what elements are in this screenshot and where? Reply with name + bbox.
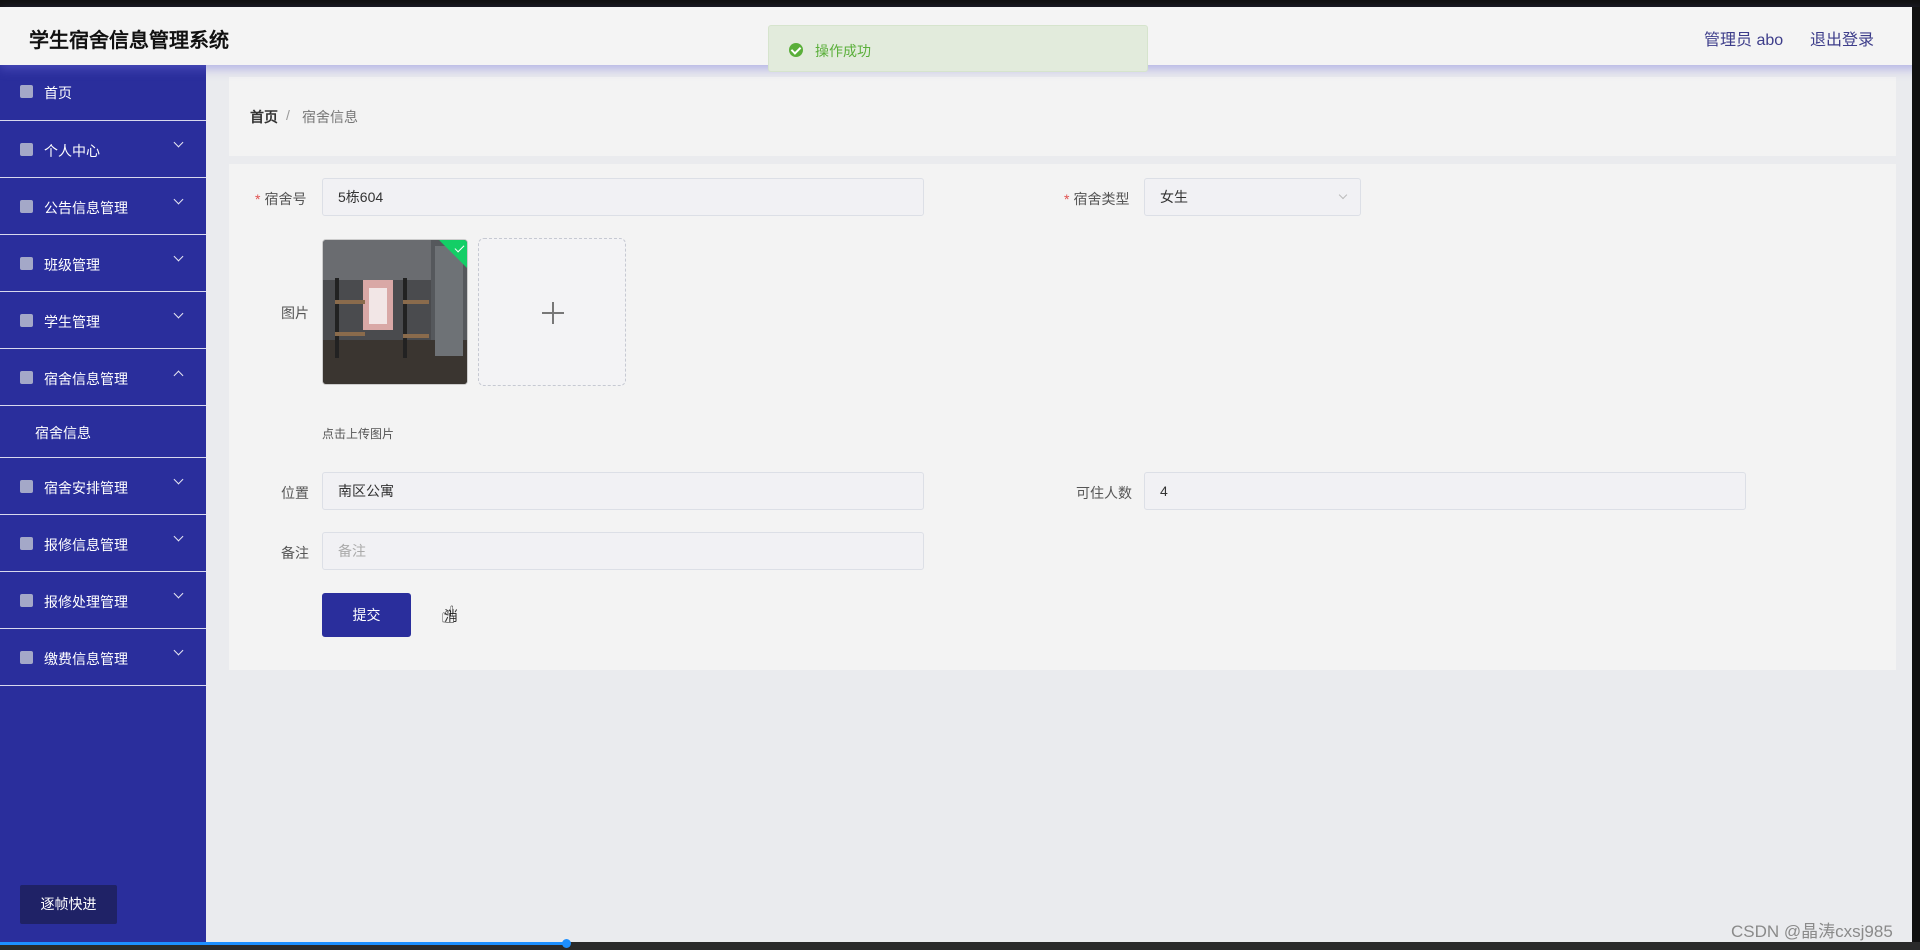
dorm-no-input[interactable]: 5栋604: [322, 178, 924, 216]
sidebar-item-label: 报修处理管理: [44, 594, 128, 610]
sidebar-item-label: 公告信息管理: [44, 200, 128, 216]
dorm-no-label: * 宿舍号: [255, 189, 306, 209]
sidebar-item-notice[interactable]: 公告信息管理: [0, 178, 206, 235]
chevron-up-icon: [173, 370, 184, 381]
sidebar: 首页 个人中心 公告信息管理 班级管理 学生管理 宿舍信息管理 宿舍信息 宿舍安…: [0, 65, 206, 942]
chevron-down-icon: [173, 474, 184, 485]
grid-icon: [20, 314, 33, 327]
clipboard-icon: [20, 480, 33, 493]
video-progress-bar[interactable]: [0, 939, 1920, 950]
capacity-label: 可住人数: [1076, 485, 1132, 501]
chevron-down-icon: [173, 531, 184, 542]
chevron-down-icon: [173, 308, 184, 319]
user-icon: [20, 143, 33, 156]
sidebar-item-label: 学生管理: [44, 314, 100, 330]
sidebar-item-dorm-info[interactable]: 宿舍信息管理: [0, 349, 206, 406]
dorm-type-label: * 宿舍类型: [1064, 189, 1129, 209]
sidebar-item-home[interactable]: 首页: [0, 65, 206, 121]
sidebar-item-label: 个人中心: [44, 143, 100, 159]
check-circle-icon: [789, 43, 803, 57]
id-card-icon: [20, 257, 33, 270]
capacity-input[interactable]: 4: [1144, 472, 1746, 510]
sidebar-item-student[interactable]: 学生管理: [0, 292, 206, 349]
top-edge: [0, 0, 1920, 7]
frame-forward-button[interactable]: 逐帧快进: [20, 885, 117, 924]
required-mark: *: [255, 191, 261, 207]
chevron-down-icon: [173, 645, 184, 656]
breadcrumb-home[interactable]: 首页: [250, 107, 278, 127]
dorm-type-value: 女生: [1160, 189, 1188, 205]
progress-knob[interactable]: [562, 939, 572, 948]
app-title: 学生宿舍信息管理系统: [29, 30, 229, 52]
chevron-down-icon: [173, 194, 184, 205]
sliders-icon: [20, 537, 33, 550]
chevron-down-icon: [173, 588, 184, 599]
sidebar-item-label: 班级管理: [44, 257, 100, 273]
sidebar-item-dorm-arrange[interactable]: 宿舍安排管理: [0, 458, 206, 515]
sidebar-subitem-label: 宿舍信息: [35, 425, 91, 441]
dorm-type-select[interactable]: 女生: [1144, 178, 1361, 216]
dorm-form: * 宿舍号 5栋604 * 宿舍类型 女生 图片 点击上传图片 位置 南区公寓 …: [229, 164, 1896, 670]
send-icon: [20, 371, 33, 384]
bar-chart-icon: [20, 651, 33, 664]
chevron-down-icon: [173, 251, 184, 262]
logout-link[interactable]: 退出登录: [1810, 26, 1874, 50]
uploaded-image[interactable]: [322, 239, 468, 385]
breadcrumb: 首页 / 宿舍信息: [229, 77, 1896, 156]
hand-cursor-icon: ☝: [441, 602, 456, 629]
breadcrumb-separator: /: [286, 107, 290, 123]
submit-button[interactable]: 提交: [322, 593, 411, 637]
sidebar-item-personal-center[interactable]: 个人中心: [0, 121, 206, 178]
dorm-room-photo: [323, 240, 467, 384]
dorm-no-label-text: 宿舍号: [264, 191, 307, 207]
location-input[interactable]: 南区公寓: [322, 472, 924, 510]
watermark: CSDN @晶涛cxsj985: [1731, 922, 1893, 941]
upload-tip: 点击上传图片: [322, 427, 395, 441]
sidebar-item-payment[interactable]: 缴费信息管理: [0, 629, 206, 686]
clipboard-icon: [20, 200, 33, 213]
chevron-down-icon: [1338, 190, 1348, 200]
toast-message: 操作成功: [815, 43, 871, 59]
home-icon: [20, 85, 33, 98]
sidebar-item-class[interactable]: 班级管理: [0, 235, 206, 292]
sidebar-item-label: 宿舍信息管理: [44, 371, 128, 387]
dorm-type-label-text: 宿舍类型: [1073, 191, 1130, 207]
sidebar-item-label: 宿舍安排管理: [44, 480, 128, 496]
image-label: 图片: [281, 305, 309, 321]
admin-username: 管理员 abo: [1704, 32, 1784, 49]
sidebar-item-repair-info[interactable]: 报修信息管理: [0, 515, 206, 572]
sidebar-item-label: 首页: [44, 85, 72, 101]
sidebar-item-label: 报修信息管理: [44, 537, 128, 553]
success-toast: 操作成功: [768, 25, 1148, 72]
sidebar-item-repair-handle[interactable]: 报修处理管理: [0, 572, 206, 629]
remark-label: 备注: [281, 545, 309, 561]
remark-input[interactable]: 备注: [322, 532, 924, 570]
right-edge: [1912, 7, 1920, 942]
location-label: 位置: [281, 485, 309, 501]
sidebar-subitem-dorm-info[interactable]: 宿舍信息: [0, 406, 206, 458]
sidebar-item-label: 缴费信息管理: [44, 651, 128, 667]
image-upload-button[interactable]: [478, 238, 626, 386]
plus-icon-vertical: [552, 302, 554, 324]
required-mark: *: [1064, 191, 1070, 207]
breadcrumb-current: 宿舍信息: [302, 109, 358, 125]
progress-fill: [0, 942, 567, 945]
copy-icon: [20, 594, 33, 607]
chevron-down-icon: [173, 137, 184, 148]
